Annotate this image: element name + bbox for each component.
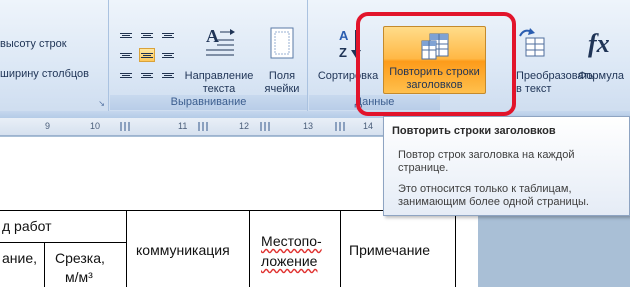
table-header-work: д работ bbox=[2, 218, 52, 234]
alignment-group-label: Выравнивание bbox=[110, 95, 307, 110]
tooltip-line: странице. bbox=[398, 162, 449, 174]
dialog-launcher-icon[interactable]: ↘ bbox=[98, 99, 105, 108]
distribute-columns-label: ширину столбцов bbox=[0, 68, 90, 80]
ruler-column-marker[interactable] bbox=[120, 122, 130, 131]
align-bottom-center-icon[interactable] bbox=[139, 68, 155, 82]
table-header-location-2: ложение bbox=[261, 253, 318, 269]
ruler-column-marker[interactable] bbox=[260, 122, 270, 131]
tooltip-title: Повторить строки заголовков bbox=[392, 125, 556, 137]
table-subheader-b-unit: м/м³ bbox=[65, 269, 93, 285]
distribute-rows-label: высоту строк bbox=[0, 38, 67, 50]
distribute-columns-button[interactable]: ширину столбцов bbox=[0, 68, 89, 80]
ruler-mark: 11 bbox=[178, 121, 188, 131]
table-col-border bbox=[249, 210, 250, 287]
tooltip-line: Это относится только к таблицам, bbox=[398, 183, 572, 195]
table-header-note: Примечание bbox=[349, 242, 431, 258]
align-bottom-left-icon[interactable] bbox=[118, 68, 134, 82]
ribbon: высоту строк ширину столбцов ↘ Выравнива… bbox=[0, 0, 630, 118]
align-top-center-icon[interactable] bbox=[139, 28, 155, 42]
formula-fx-icon: fx bbox=[588, 29, 610, 58]
table-header-divider bbox=[0, 242, 126, 243]
tooltip-line: занимающим более одной страницы. bbox=[398, 196, 589, 208]
cell-size-group: высоту строк ширину столбцов ↘ bbox=[0, 0, 109, 111]
tooltip: Повторить строки заголовков Повтор строк… bbox=[383, 116, 630, 216]
svg-text:A: A bbox=[206, 26, 219, 46]
svg-text:A: A bbox=[339, 28, 349, 43]
convert-to-text-icon bbox=[519, 28, 545, 57]
cell-margins-button[interactable]: Поля ячейки bbox=[262, 26, 302, 96]
table-col-border bbox=[340, 210, 341, 287]
ruler-mark: 12 bbox=[239, 121, 250, 131]
align-middle-left-icon[interactable] bbox=[118, 48, 134, 62]
ruler-column-marker[interactable] bbox=[198, 122, 208, 131]
table-col-border bbox=[455, 210, 456, 287]
text-direction-icon: A bbox=[206, 26, 235, 56]
svg-text:fx: fx bbox=[588, 29, 610, 58]
align-middle-center-icon[interactable] bbox=[139, 48, 155, 62]
text-direction-label: Направление текста bbox=[184, 70, 254, 95]
ruler-mark: 14 bbox=[363, 121, 374, 131]
formula-label: Формула bbox=[577, 70, 625, 82]
distribute-rows-button[interactable]: высоту строк bbox=[0, 38, 67, 50]
align-middle-right-icon[interactable] bbox=[160, 48, 176, 62]
ruler-mark: 13 bbox=[303, 121, 314, 131]
cell-margins-icon bbox=[270, 27, 294, 59]
table-header-communication: коммуникация bbox=[136, 242, 230, 258]
text-direction-button[interactable]: A Направление текста bbox=[183, 26, 255, 96]
ruler-mark: 10 bbox=[90, 121, 101, 131]
ruler-column-marker[interactable] bbox=[335, 122, 345, 131]
table-col-border bbox=[126, 210, 127, 287]
align-bottom-right-icon[interactable] bbox=[160, 68, 176, 82]
tooltip-line: Повтор строк заголовка на каждой bbox=[398, 149, 575, 161]
cell-margins-label: Поля ячейки bbox=[264, 70, 300, 95]
svg-text:Z: Z bbox=[339, 45, 347, 60]
align-top-right-icon[interactable] bbox=[160, 28, 176, 42]
table-header-location-1: Местопо- bbox=[261, 233, 322, 249]
ruler-mark: 9 bbox=[45, 121, 51, 131]
align-top-left-icon[interactable] bbox=[118, 28, 134, 42]
table-col-border bbox=[44, 242, 45, 287]
highlight-annotation bbox=[356, 12, 516, 116]
formula-button[interactable]: fx Формула bbox=[576, 26, 626, 83]
table-subheader-a: ание, bbox=[2, 250, 38, 266]
table-subheader-b: Срезка, bbox=[55, 250, 105, 266]
